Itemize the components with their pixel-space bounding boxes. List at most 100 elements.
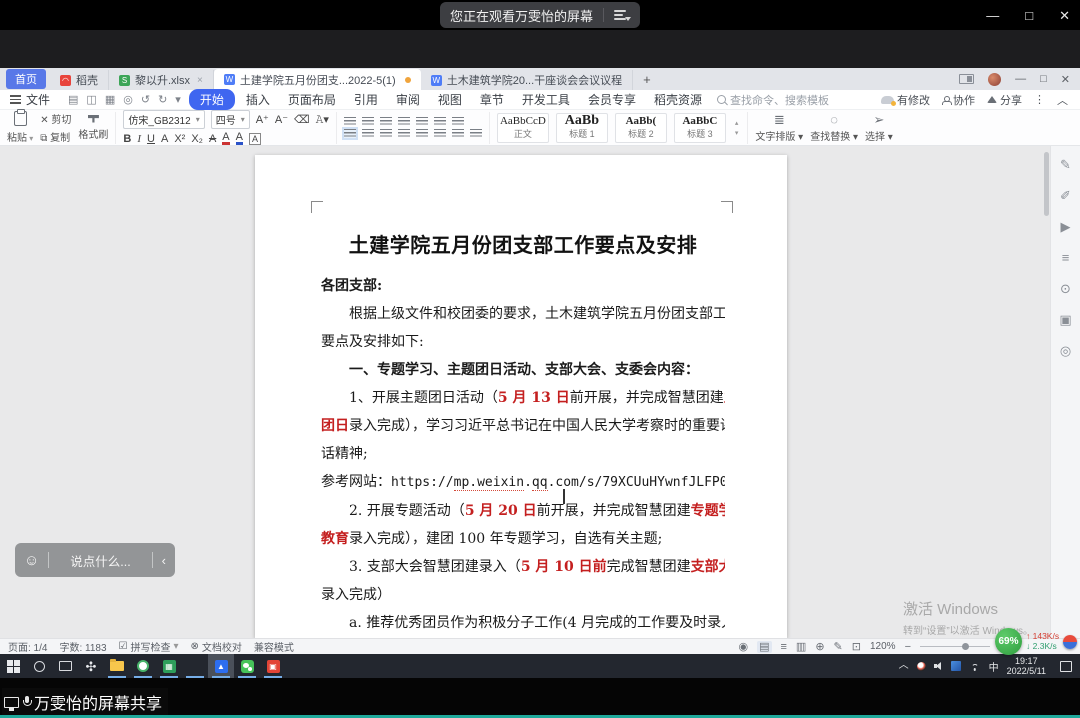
command-search[interactable]: 查找命令、搜索模板: [717, 92, 829, 108]
spreadsheet-app-button[interactable]: ▦: [156, 654, 182, 678]
style-normal[interactable]: AaBbCcD 正文: [497, 113, 549, 143]
wps-app-button[interactable]: W: [182, 654, 208, 678]
menu-tab-review[interactable]: 审阅: [387, 91, 429, 108]
wps-maximize-button[interactable]: □: [1040, 73, 1047, 85]
tab-spreadsheet[interactable]: S 黎以升.xlsx ×: [109, 70, 214, 90]
justify-icon[interactable]: [398, 129, 410, 138]
save-icon[interactable]: ▤: [68, 93, 78, 106]
file-explorer-button[interactable]: [104, 654, 130, 678]
tray-app-icon[interactable]: [951, 661, 961, 671]
view-outline-icon[interactable]: ≡: [781, 641, 787, 653]
style-heading1[interactable]: AaBb 标题 1: [556, 113, 608, 143]
align-center-icon[interactable]: [362, 129, 374, 138]
view-ink-icon[interactable]: ✎: [834, 641, 843, 653]
help-tool-icon[interactable]: ⊙: [1060, 282, 1071, 296]
task-view-button[interactable]: [52, 654, 78, 678]
chat-input[interactable]: 说点什么...: [49, 551, 151, 570]
font-size-select[interactable]: 四号▾: [211, 110, 250, 129]
menu-tab-references[interactable]: 引用: [345, 91, 387, 108]
card-tool-icon[interactable]: ▣: [1059, 313, 1071, 327]
file-menu[interactable]: 文件: [0, 91, 60, 108]
quickbar-chevron-icon[interactable]: ▾: [175, 93, 181, 106]
tab-active-document[interactable]: W 土建学院五月份团支...2022-5(1): [214, 69, 421, 90]
menu-tab-start[interactable]: 开始: [189, 89, 235, 110]
select-button[interactable]: ➢ 选择 ▾: [865, 113, 893, 143]
line-spacing-icon[interactable]: [434, 129, 446, 138]
styles-scroll[interactable]: ▴▾: [733, 119, 741, 137]
menu-tab-section[interactable]: 章节: [471, 91, 513, 108]
user-avatar[interactable]: [988, 73, 1001, 86]
clock[interactable]: 19:17 2022/5/11: [1007, 656, 1046, 676]
font-color-button[interactable]: A: [236, 132, 243, 145]
zoom-level[interactable]: 120%: [870, 641, 896, 652]
adjust-tool-icon[interactable]: ≡: [1062, 251, 1070, 265]
text-direction-icon[interactable]: [434, 117, 446, 126]
menu-tab-member[interactable]: 会员专享: [579, 91, 645, 108]
italic-button[interactable]: I: [137, 133, 141, 145]
cortana-button[interactable]: [26, 654, 52, 678]
spellcheck-toggle[interactable]: ☑ 拼写检查▾: [119, 639, 179, 654]
shrink-font-button[interactable]: A⁻: [275, 113, 288, 126]
char-border-button[interactable]: A: [249, 133, 261, 145]
clear-format-icon[interactable]: ⌫: [294, 113, 310, 126]
document-page[interactable]: 土建学院五月份团支部工作要点及安排 各团支部:根据上级文件和校团委的要求，土木建…: [255, 155, 787, 638]
find-replace-button[interactable]: ◌ 查找替换 ▾: [810, 113, 858, 143]
proofread-button[interactable]: ⊗ 文档校对: [191, 639, 242, 654]
close-button[interactable]: ✕: [1059, 9, 1070, 22]
minimize-button[interactable]: —: [986, 9, 999, 22]
menu-tab-docer-res[interactable]: 稻壳资源: [645, 91, 711, 108]
indent-icon[interactable]: [398, 117, 410, 126]
menu-tab-pagelayout[interactable]: 页面布局: [279, 91, 345, 108]
view-web-icon[interactable]: ⊕: [815, 641, 824, 653]
meeting-app-button[interactable]: ▲: [208, 654, 234, 678]
eye-protect-icon[interactable]: ◉: [738, 641, 748, 653]
cut-button[interactable]: ✕ 剪切: [40, 111, 71, 126]
collaborate-button[interactable]: 协作: [942, 92, 975, 108]
emoji-icon[interactable]: ☺: [15, 552, 48, 569]
undo-icon[interactable]: ↺: [141, 93, 150, 106]
new-tab-button[interactable]: +: [633, 72, 661, 87]
wechat-button[interactable]: [234, 654, 260, 678]
zoom-slider[interactable]: [920, 646, 990, 648]
pinned-app-pinwheel[interactable]: ✣: [78, 654, 104, 678]
maximize-button[interactable]: □: [1025, 9, 1033, 22]
tab-close-icon[interactable]: ×: [197, 75, 203, 86]
strikethrough-button[interactable]: A: [209, 133, 216, 145]
highlight-color-button[interactable]: A: [222, 132, 229, 145]
style-heading2[interactable]: AaBb( 标题 2: [615, 113, 667, 143]
location-tool-icon[interactable]: ◎: [1060, 344, 1071, 358]
print-icon[interactable]: ▦: [105, 93, 115, 106]
style-heading3[interactable]: AaBbC 标题 3: [674, 113, 726, 143]
red-app-button[interactable]: ▣: [260, 654, 286, 678]
wps-minimize-button[interactable]: —: [1015, 73, 1026, 85]
qq-tray-icon[interactable]: [917, 662, 926, 671]
action-center-icon[interactable]: [1060, 661, 1072, 672]
document-scrollbar[interactable]: [1044, 152, 1049, 216]
tab-docer[interactable]: ◠ 稻壳: [50, 70, 109, 90]
shading-icon[interactable]: [452, 129, 464, 138]
superscript-button[interactable]: X²: [174, 133, 185, 145]
zoom-out-icon[interactable]: −: [905, 641, 911, 653]
show-marks-icon[interactable]: [452, 117, 464, 126]
paste-button[interactable]: 粘贴 ▾: [7, 129, 33, 144]
speedball-icon[interactable]: [1063, 635, 1077, 649]
view-page-icon[interactable]: ▤: [757, 641, 771, 653]
align-left-icon[interactable]: [344, 129, 356, 138]
bold-button[interactable]: B: [123, 133, 131, 145]
layout-switch-icon[interactable]: [959, 74, 974, 84]
numbering-icon[interactable]: [362, 117, 374, 126]
speaker-icon[interactable]: [934, 662, 943, 671]
share-button[interactable]: 分享: [987, 92, 1022, 108]
export-icon[interactable]: ◫: [86, 93, 96, 106]
grow-font-button[interactable]: A⁺: [256, 113, 269, 126]
char-style-button[interactable]: A: [161, 133, 168, 145]
view-read-icon[interactable]: ▥: [796, 641, 806, 653]
start-button[interactable]: [0, 654, 26, 678]
wps-close-button[interactable]: ✕: [1061, 73, 1070, 86]
tab-other-document[interactable]: W 土木建筑学院20...干座谈会会议议程: [421, 70, 633, 90]
copy-button[interactable]: ⧉ 复制: [40, 129, 71, 144]
borders-icon[interactable]: [470, 129, 482, 138]
typeset-button[interactable]: ≣ 文字排版 ▾: [755, 113, 803, 143]
underline-button[interactable]: U: [147, 133, 155, 145]
modified-status[interactable]: 有修改: [881, 92, 930, 108]
